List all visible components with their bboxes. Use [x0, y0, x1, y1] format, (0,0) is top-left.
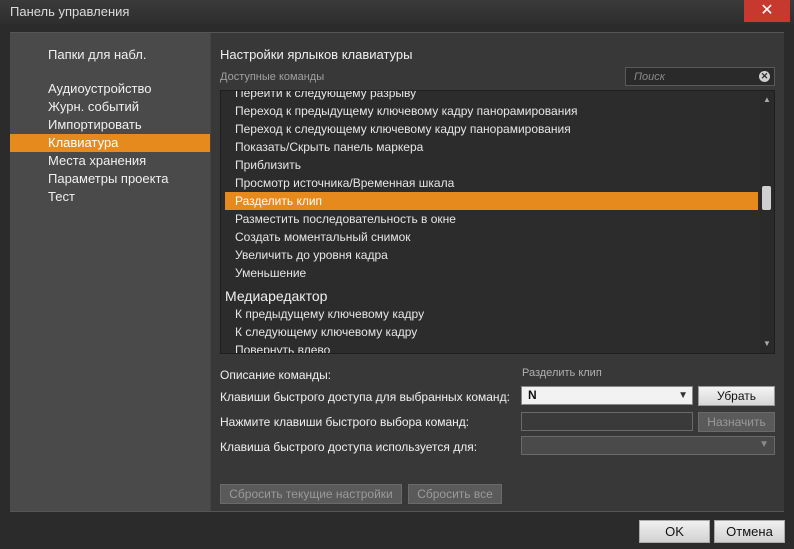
sidebar-item-project-settings[interactable]: Параметры проекта	[10, 170, 210, 188]
sidebar-item-test[interactable]: Тест	[10, 188, 210, 206]
title-bar: Панель управления ✕	[0, 0, 794, 24]
clear-search-icon[interactable]: ✕	[759, 71, 770, 82]
shortcut-capture-field[interactable]	[521, 412, 693, 431]
sidebar-item-event-log[interactable]: Журн. событий	[10, 98, 210, 116]
page-title: Настройки ярлыков клавиатуры	[220, 47, 413, 62]
shortcut-select[interactable]: N ▼	[521, 386, 693, 405]
list-scrollbar[interactable]: ▲ ▼	[760, 91, 774, 353]
description-label: Описание команды:	[220, 368, 332, 382]
chevron-down-icon: ▼	[759, 439, 769, 450]
sidebar: Папки для набл. Аудиоустройство Журн. со…	[10, 33, 210, 511]
reset-all-button[interactable]: Сбросить все	[408, 484, 502, 504]
sidebar-item-storage[interactable]: Места хранения	[10, 152, 210, 170]
window-title: Панель управления	[10, 4, 130, 19]
assign-button[interactable]: Назначить	[698, 412, 775, 432]
scroll-down-icon[interactable]: ▼	[763, 339, 771, 348]
press-keys-label: Нажмите клавиши быстрого выбора команд:	[220, 415, 470, 429]
description-value: Разделить клип	[522, 367, 602, 379]
sidebar-item-audio-device[interactable]: Аудиоустройство	[10, 80, 210, 98]
list-item[interactable]: Просмотр источника/Временная шкала	[225, 174, 758, 192]
cancel-button[interactable]: Отмена	[714, 520, 785, 543]
list-item[interactable]: Переход к следующему ключевому кадру пан…	[225, 120, 758, 138]
list-item[interactable]: К следующему ключевому кадру	[225, 323, 758, 341]
used-for-label: Клавиша быстрого доступа используется дл…	[220, 440, 478, 454]
search-input[interactable]	[632, 69, 752, 84]
list-item[interactable]: Создать моментальный снимок	[225, 228, 758, 246]
list-item[interactable]: Переход к предыдущему ключевому кадру па…	[225, 102, 758, 120]
group-heading: Медиаредактор	[225, 288, 328, 304]
list-item[interactable]: Разместить последовательность в окне	[225, 210, 758, 228]
list-item[interactable]: Уменьшение	[225, 264, 758, 282]
reset-current-button[interactable]: Сбросить текущие настройки	[220, 484, 402, 504]
list-item[interactable]: Приблизить	[225, 156, 758, 174]
available-commands-label: Доступные команды	[220, 71, 325, 83]
scroll-up-icon[interactable]: ▲	[763, 95, 771, 104]
list-item-selected[interactable]: Разделить клип	[225, 192, 758, 210]
list-item[interactable]: Показать/Скрыть панель маркера	[225, 138, 758, 156]
used-for-select[interactable]: ▼	[521, 436, 775, 455]
remove-button[interactable]: Убрать	[698, 386, 775, 406]
shortcut-label: Клавиши быстрого доступа для выбранных к…	[220, 390, 510, 404]
close-icon: ✕	[760, 2, 774, 19]
sidebar-item-watch-folders[interactable]: Папки для набл.	[48, 47, 146, 62]
close-button[interactable]: ✕	[744, 0, 790, 22]
list-item[interactable]: К предыдущему ключевому кадру	[225, 305, 758, 323]
sidebar-item-keyboard[interactable]: Клавиатура	[10, 134, 210, 152]
shortcut-value: N	[528, 388, 537, 402]
commands-list[interactable]: Перейти к следующему разрыву Переход к п…	[220, 90, 775, 354]
scrollbar-thumb[interactable]	[762, 186, 771, 210]
list-item[interactable]: Перейти к следующему разрыву	[225, 91, 758, 102]
list-item[interactable]: Увеличить до уровня кадра	[225, 246, 758, 264]
chevron-down-icon: ▼	[678, 390, 688, 401]
search-box: ✕	[625, 67, 775, 86]
ok-button[interactable]: OK	[639, 520, 710, 543]
sidebar-item-import[interactable]: Импортировать	[10, 116, 210, 134]
list-item[interactable]: Повернуть влево	[225, 341, 758, 353]
